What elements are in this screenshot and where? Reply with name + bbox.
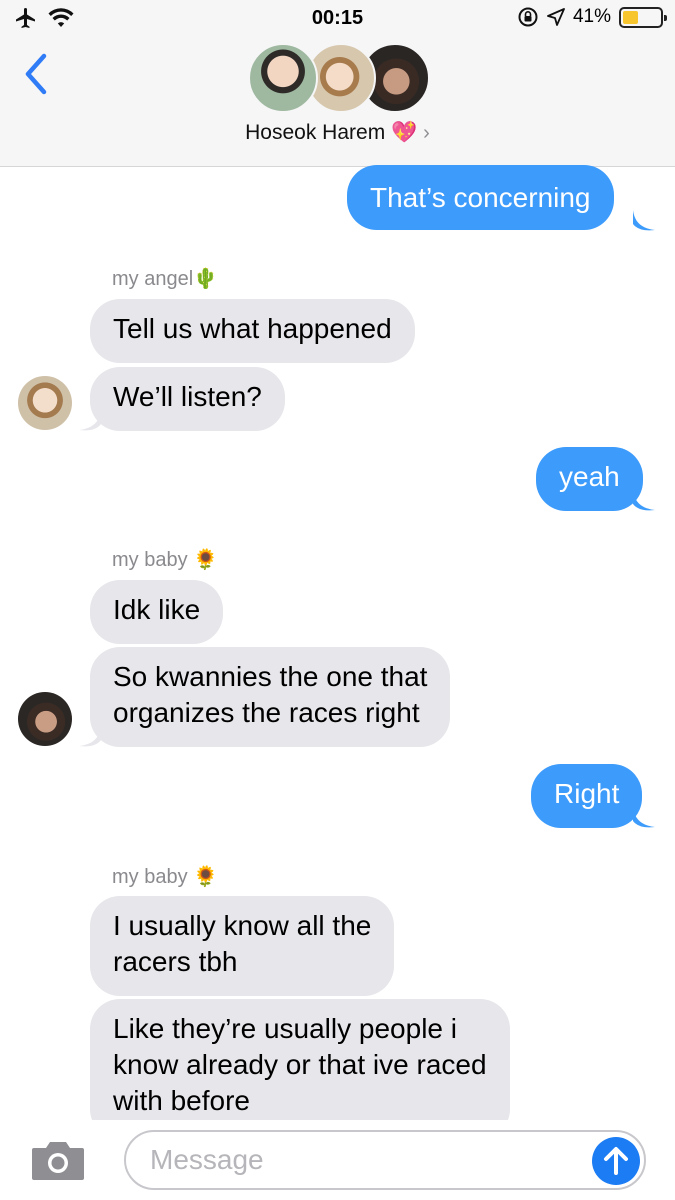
battery-icon xyxy=(619,6,667,28)
message-received[interactable]: Tell us what happened xyxy=(90,299,415,363)
message-text-line: Like they’re usually people i xyxy=(113,1013,457,1044)
battery-percent: 41% xyxy=(572,6,611,27)
message-received[interactable]: We’ll listen? xyxy=(90,367,285,431)
sender-avatar[interactable] xyxy=(18,692,72,746)
message-text-line: organizes the races right xyxy=(113,697,420,728)
status-right: 41% xyxy=(517,6,667,28)
message-received[interactable]: So kwannies the one that organizes the r… xyxy=(90,647,451,747)
rotation-lock-icon xyxy=(518,7,538,27)
message-text: We’ll listen? xyxy=(113,381,262,412)
message-text-line: So kwannies the one that xyxy=(113,661,428,692)
battery-level-fill xyxy=(623,10,638,24)
back-chevron-icon[interactable] xyxy=(18,52,54,96)
message-text: Tell us what happened xyxy=(113,313,392,344)
group-details-chevron-icon: › xyxy=(423,122,430,144)
bubble-tail xyxy=(633,490,655,511)
battery-tip xyxy=(664,14,667,21)
message-received[interactable]: Like they’re usually people i know alrea… xyxy=(90,999,510,1139)
sender-name: my baby 🌻 xyxy=(112,866,219,888)
bubble-tail xyxy=(79,410,101,431)
message-sent[interactable]: Right xyxy=(531,764,643,828)
message-input[interactable] xyxy=(150,1140,570,1180)
sender-name: my angel🌵 xyxy=(112,268,219,290)
group-avatars[interactable] xyxy=(248,43,430,115)
group-name[interactable]: Hoseok Harem 💖 › xyxy=(0,121,675,145)
message-text-line: with before xyxy=(113,1085,250,1116)
send-button[interactable] xyxy=(592,1137,640,1185)
message-text: Idk like xyxy=(113,594,201,625)
message-received[interactable]: I usually know all the racers tbh xyxy=(90,896,395,996)
message-text-line: racers tbh xyxy=(113,946,238,977)
sender-avatar[interactable] xyxy=(18,376,72,430)
message-sent[interactable]: yeah xyxy=(536,447,643,511)
location-icon xyxy=(547,8,565,26)
message-received[interactable]: Idk like xyxy=(90,580,224,644)
message-text-line: I usually know all the xyxy=(113,910,372,941)
group-avatar-1 xyxy=(248,43,318,113)
message-text: yeah xyxy=(559,461,620,492)
arrow-up-icon xyxy=(604,1147,628,1175)
conversation-header: 00:15 41% Hoseok Harem 💖 › xyxy=(0,0,675,167)
group-name-label: Hoseok Harem 💖 xyxy=(245,121,418,144)
message-sent[interactable]: That’s concerning xyxy=(347,165,614,230)
message-text: That’s concerning xyxy=(370,182,591,213)
bubble-tail xyxy=(79,726,101,747)
message-composer xyxy=(0,1120,675,1200)
sender-name: my baby 🌻 xyxy=(112,549,219,571)
bubble-tail xyxy=(633,210,655,231)
message-input-field[interactable] xyxy=(124,1130,646,1190)
bubble-tail xyxy=(633,807,655,828)
message-text-line: know already or that ive raced xyxy=(113,1049,487,1080)
status-bar: 00:15 41% xyxy=(0,0,675,38)
camera-icon[interactable] xyxy=(30,1138,86,1182)
message-text: Right xyxy=(554,778,620,809)
